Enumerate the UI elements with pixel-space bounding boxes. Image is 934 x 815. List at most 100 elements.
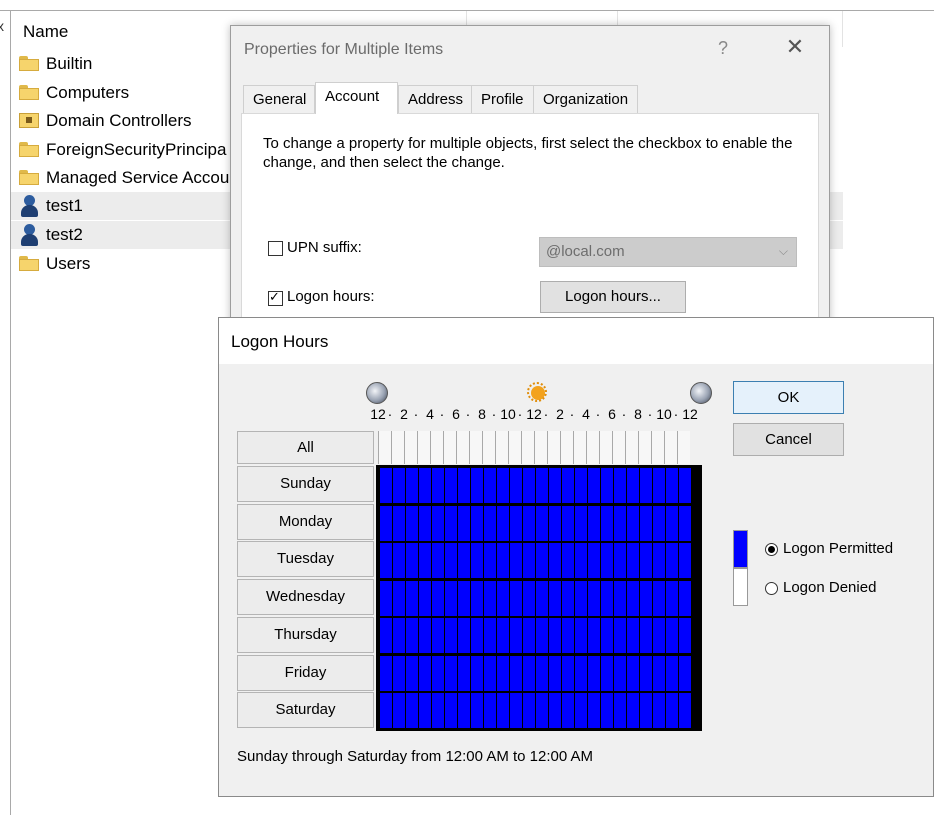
hour-column-button[interactable]	[469, 431, 482, 464]
hour-cell[interactable]	[614, 468, 626, 503]
hour-cell[interactable]	[432, 543, 444, 578]
hour-cell[interactable]	[523, 580, 535, 616]
hour-column-button[interactable]	[547, 431, 560, 464]
hour-cell[interactable]	[497, 618, 509, 653]
hour-cell[interactable]	[666, 580, 678, 616]
hour-cell[interactable]	[445, 618, 457, 653]
hour-cell[interactable]	[419, 543, 431, 578]
hour-cell[interactable]	[640, 655, 652, 691]
hour-column-button[interactable]	[417, 431, 430, 464]
hour-column-button[interactable]	[573, 431, 586, 464]
upn-suffix-checkbox[interactable]	[268, 241, 283, 256]
logon-permitted-radio[interactable]	[765, 543, 778, 556]
hour-cell[interactable]	[588, 693, 600, 728]
hour-cell[interactable]	[549, 655, 561, 691]
hour-cell[interactable]	[679, 580, 691, 616]
hour-cell[interactable]	[380, 468, 392, 503]
hour-cell[interactable]	[640, 543, 652, 578]
hour-column-button[interactable]	[430, 431, 443, 464]
hour-column-button[interactable]	[495, 431, 508, 464]
hour-column-button[interactable]	[638, 431, 651, 464]
hour-cell[interactable]	[393, 655, 405, 691]
hour-cell[interactable]	[445, 693, 457, 728]
hour-cell[interactable]	[627, 543, 639, 578]
hour-cell[interactable]	[406, 655, 418, 691]
hour-cell[interactable]	[627, 618, 639, 653]
hour-cell[interactable]	[575, 618, 587, 653]
hour-column-button[interactable]	[612, 431, 625, 464]
hour-cell[interactable]	[536, 543, 548, 578]
hour-cell[interactable]	[432, 655, 444, 691]
hour-cell[interactable]	[432, 618, 444, 653]
hour-cell[interactable]	[536, 693, 548, 728]
hour-cell[interactable]	[471, 618, 483, 653]
hour-cell[interactable]	[575, 505, 587, 541]
hour-cell[interactable]	[523, 693, 535, 728]
hour-cell[interactable]	[614, 543, 626, 578]
hour-cell[interactable]	[575, 543, 587, 578]
hour-cell[interactable]	[523, 618, 535, 653]
hour-cell[interactable]	[575, 655, 587, 691]
hour-cell[interactable]	[419, 618, 431, 653]
hour-column-button[interactable]	[599, 431, 612, 464]
help-icon[interactable]: ?	[718, 38, 728, 59]
hour-cell[interactable]	[562, 580, 574, 616]
hour-column-button[interactable]	[443, 431, 456, 464]
tab-account[interactable]: Account	[315, 82, 398, 114]
hour-cell[interactable]	[484, 693, 496, 728]
hour-column-button[interactable]	[586, 431, 599, 464]
hour-cell[interactable]	[601, 468, 613, 503]
hour-cell[interactable]	[406, 580, 418, 616]
hour-cell[interactable]	[562, 693, 574, 728]
hour-cell[interactable]	[510, 693, 522, 728]
hour-cell[interactable]	[445, 655, 457, 691]
hour-cell[interactable]	[601, 693, 613, 728]
hour-cell[interactable]	[679, 618, 691, 653]
hour-cell[interactable]	[458, 505, 470, 541]
hour-cell[interactable]	[445, 468, 457, 503]
hour-cell[interactable]	[471, 693, 483, 728]
hour-cell[interactable]	[419, 693, 431, 728]
hour-cell[interactable]	[510, 505, 522, 541]
hour-cell[interactable]	[627, 468, 639, 503]
hour-cell[interactable]	[588, 655, 600, 691]
hour-cell[interactable]	[406, 468, 418, 503]
hour-cell[interactable]	[484, 655, 496, 691]
hour-cell[interactable]	[549, 580, 561, 616]
hour-cell[interactable]	[380, 543, 392, 578]
hour-cell[interactable]	[445, 543, 457, 578]
hour-column-button[interactable]	[625, 431, 638, 464]
hour-cell[interactable]	[536, 468, 548, 503]
hour-column-button[interactable]	[651, 431, 664, 464]
hour-cell[interactable]	[393, 693, 405, 728]
hour-cell[interactable]	[432, 505, 444, 541]
hour-cell[interactable]	[601, 543, 613, 578]
hour-cell[interactable]	[679, 655, 691, 691]
hour-cell[interactable]	[588, 543, 600, 578]
day-button-monday[interactable]: Monday	[237, 503, 374, 540]
hour-cell[interactable]	[562, 655, 574, 691]
tab-profile[interactable]: Profile	[471, 85, 534, 113]
hour-cell[interactable]	[419, 580, 431, 616]
logon-hours-checkbox[interactable]	[268, 289, 283, 306]
hour-column-button[interactable]	[534, 431, 547, 464]
hour-cell[interactable]	[536, 505, 548, 541]
hour-column-button[interactable]	[378, 431, 391, 464]
tab-general[interactable]: General	[243, 85, 315, 113]
hour-cell[interactable]	[432, 468, 444, 503]
day-button-thursday[interactable]: Thursday	[237, 616, 374, 653]
hour-cell[interactable]	[562, 468, 574, 503]
hour-cell[interactable]	[653, 468, 665, 503]
hour-cell[interactable]	[419, 468, 431, 503]
hour-cell[interactable]	[640, 580, 652, 616]
logon-hours-grid[interactable]	[376, 465, 702, 731]
hour-column-button[interactable]	[456, 431, 469, 464]
hour-column-button[interactable]	[677, 431, 690, 464]
hour-cell[interactable]	[510, 543, 522, 578]
hour-cell[interactable]	[458, 693, 470, 728]
hour-cell[interactable]	[471, 580, 483, 616]
hour-cell[interactable]	[432, 580, 444, 616]
hour-cell[interactable]	[627, 693, 639, 728]
hour-cell[interactable]	[432, 693, 444, 728]
hour-cell[interactable]	[393, 580, 405, 616]
